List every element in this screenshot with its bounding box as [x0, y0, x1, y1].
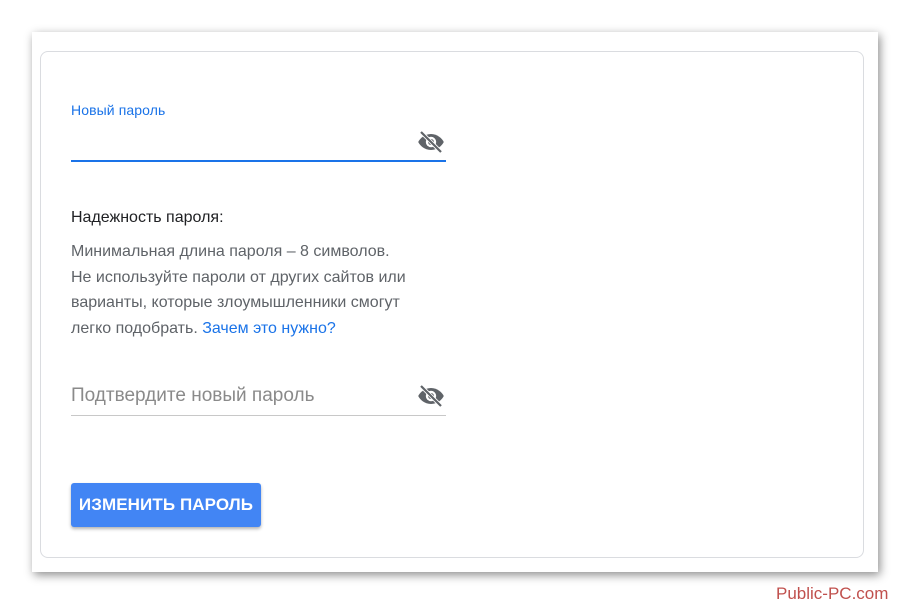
- new-password-label: Новый пароль: [71, 102, 166, 118]
- confirm-password-input[interactable]: [71, 382, 411, 410]
- strength-line: Не используйте пароли от других сайтов и…: [71, 268, 406, 286]
- change-password-button[interactable]: ИЗМЕНИТЬ ПАРОЛЬ: [71, 483, 261, 527]
- password-strength-info: Надежность пароля: Минимальная длина пар…: [71, 207, 471, 341]
- strength-line: Минимальная длина пароля – 8 символов.: [71, 243, 390, 260]
- visibility-off-icon: [418, 130, 444, 154]
- strength-title: Надежность пароля:: [71, 209, 224, 226]
- change-password-card: Новый пароль Надежность пароля: Минималь…: [40, 51, 864, 558]
- screen: Новый пароль Надежность пароля: Минималь…: [0, 0, 910, 606]
- new-password-visibility-toggle[interactable]: [416, 129, 446, 155]
- strength-line-text: легко подобрать.: [71, 319, 203, 337]
- confirm-password-visibility-toggle[interactable]: [416, 383, 446, 409]
- strength-line-last: легко подобрать. Зачем это нужно?: [71, 316, 471, 342]
- strength-line: варианты, которые злоумышленники смогут: [71, 294, 400, 311]
- confirm-password-underline: [71, 415, 446, 416]
- new-password-field: Новый пароль: [71, 102, 446, 162]
- screenshot-frame: Новый пароль Надежность пароля: Минималь…: [32, 32, 878, 572]
- new-password-input[interactable]: [71, 128, 411, 156]
- new-password-underline: [71, 160, 446, 162]
- watermark: Public-PC.com: [776, 584, 889, 603]
- why-needed-link[interactable]: Зачем это нужно?: [202, 320, 336, 337]
- confirm-password-field: [71, 380, 446, 416]
- visibility-off-icon: [418, 384, 444, 408]
- strength-description: Минимальная длина пароля – 8 символов. Н…: [71, 239, 471, 341]
